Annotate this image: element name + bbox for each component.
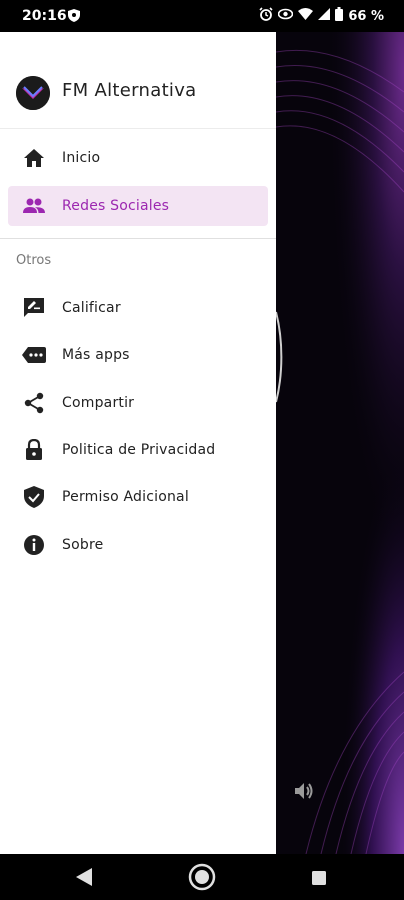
more-apps-icon [22,343,46,367]
background-artwork [276,32,404,854]
app-logo [16,76,50,110]
back-icon[interactable] [76,868,92,890]
menu-item-redes-sociales[interactable]: Redes Sociales [8,186,268,226]
status-time: 20:16 [22,8,67,24]
volume-icon[interactable] [292,779,316,807]
menu-item-inicio[interactable]: Inicio [8,138,268,178]
eye-icon [278,8,294,24]
menu-item-label: Calificar [62,300,121,316]
battery-percent: 66 % [348,8,384,24]
status-bar: 20:16 66 % [0,0,404,32]
menu-item-label: Inicio [62,150,101,166]
menu-item-label: Más apps [62,347,130,363]
menu-item-label: Compartir [62,395,135,411]
wifi-icon [298,8,314,24]
menu-item-label: Politica de Privacidad [62,442,216,458]
menu-item-politica-privacidad[interactable]: Politica de Privacidad [8,430,268,470]
menu-item-label: Permiso Adicional [62,489,189,505]
section-label-otros: Otros [16,253,52,268]
signal-icon [318,8,331,24]
shield-icon [68,9,80,26]
menu-item-calificar[interactable]: Calificar [8,288,268,328]
status-icons: 66 % [259,7,384,25]
alarm-icon [259,7,273,25]
lock-icon [22,438,46,462]
share-icon [22,391,46,415]
menu-item-compartir[interactable]: Compartir [8,383,268,423]
home-icon [22,146,46,170]
rate-review-icon [22,296,46,320]
system-nav-bar [0,854,404,900]
recents-icon[interactable] [312,870,326,889]
home-circle-icon[interactable] [188,863,216,895]
navigation-drawer: FM Alternativa Inicio Redes Sociales Otr… [0,32,276,854]
menu-item-label: Sobre [62,537,104,553]
people-icon [22,194,46,218]
menu-item-mas-apps[interactable]: Más apps [8,335,268,375]
menu-item-label: Redes Sociales [62,198,170,214]
verified-shield-icon [22,485,46,509]
background-player[interactable] [276,32,404,854]
app-name: FM Alternativa [62,80,197,101]
divider [0,238,276,239]
drawer-header: FM Alternativa [0,32,276,129]
info-icon [22,533,46,557]
battery-icon [335,7,344,25]
menu-item-sobre[interactable]: Sobre [8,525,268,565]
menu-item-permiso-adicional[interactable]: Permiso Adicional [8,477,268,517]
